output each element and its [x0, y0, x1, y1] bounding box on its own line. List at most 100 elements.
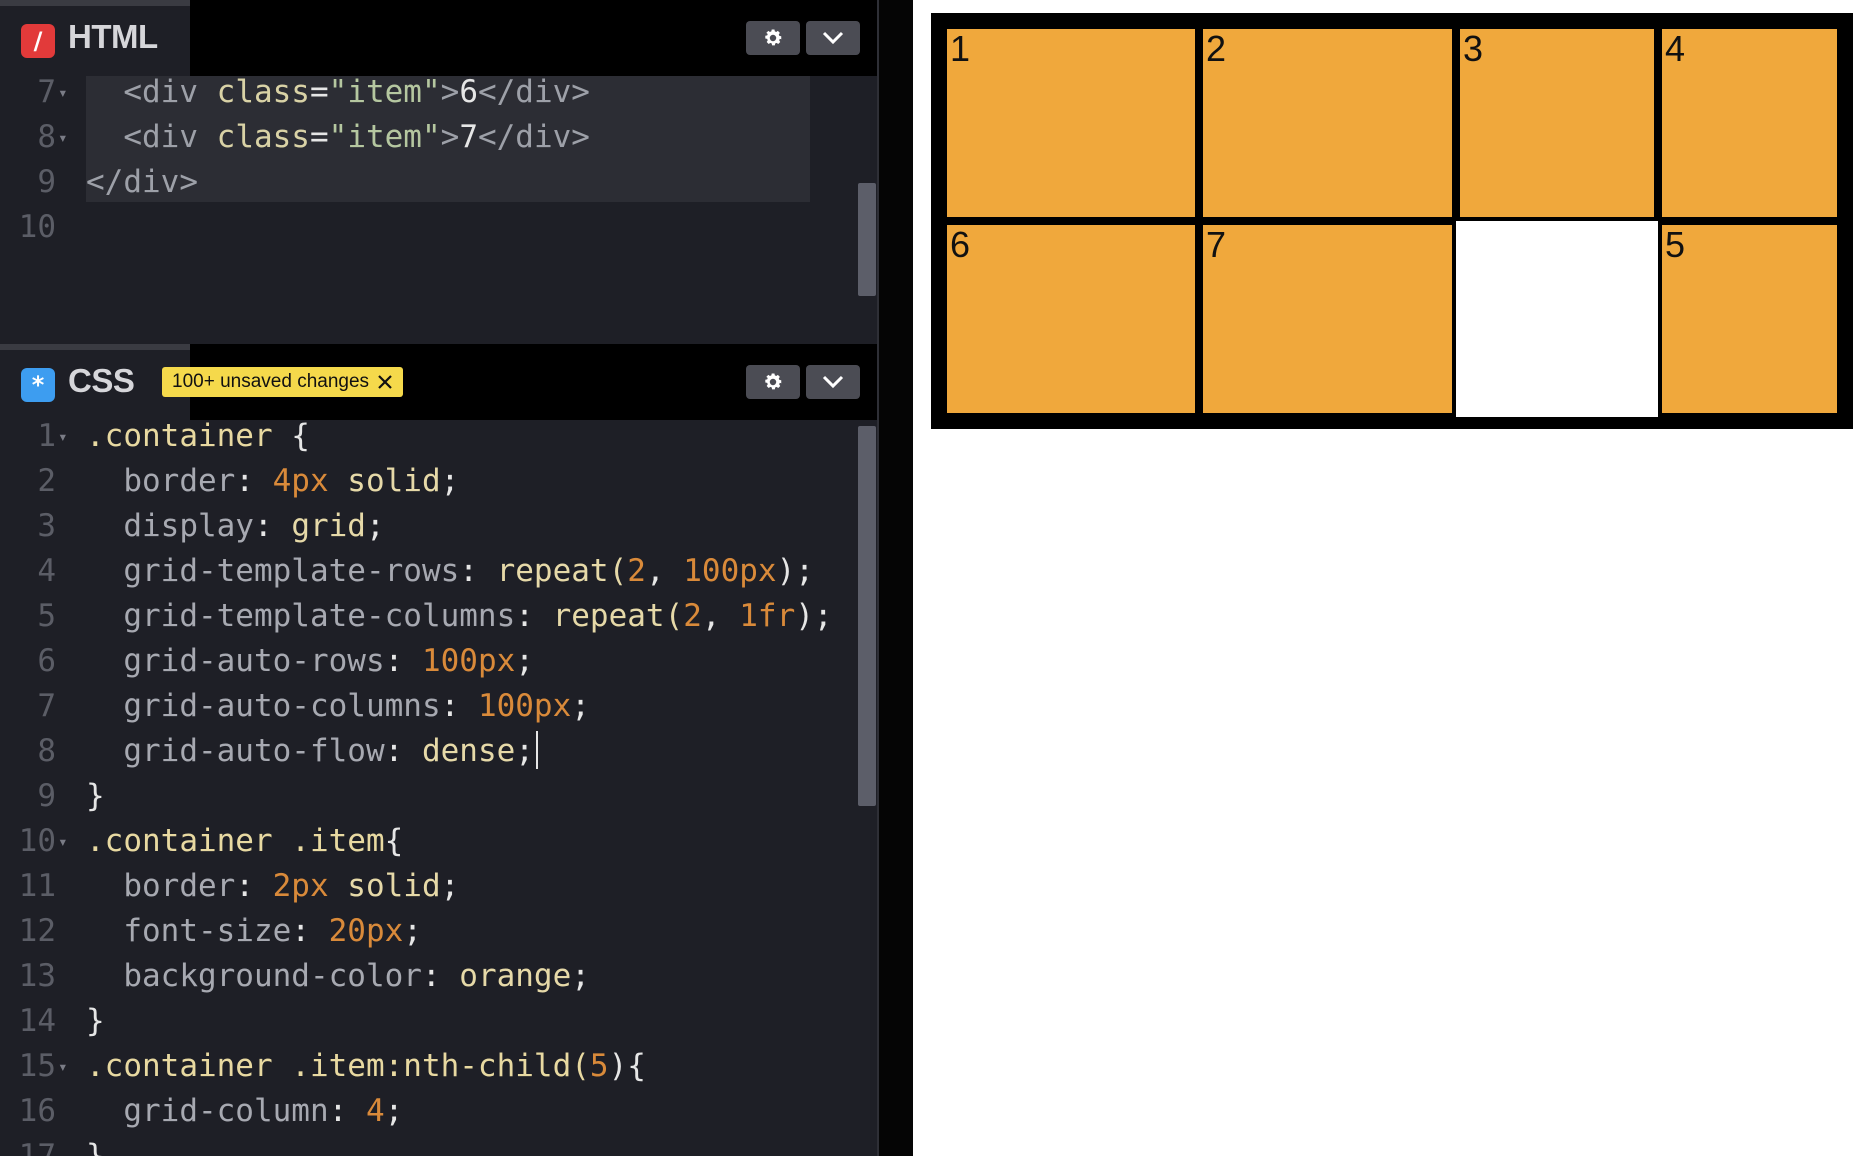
code-line[interactable]: 2 border: 4px solid; [0, 459, 860, 504]
code-text: grid-template-rows: repeat(2, 100px); [86, 549, 814, 594]
line-number: 8 [37, 733, 56, 769]
grid-item-5: 5 [1658, 221, 1841, 417]
line-number: 16 [18, 1093, 56, 1129]
css-scrollbar[interactable] [858, 426, 876, 806]
fold-arrow-icon[interactable]: ▾ [58, 1044, 78, 1089]
code-line[interactable]: 10 ▾ .container .item{ [0, 819, 860, 864]
chevron-down-icon [822, 31, 844, 45]
tab-html[interactable]: / HTML [0, 0, 190, 76]
code-token: grid-auto-flow [123, 733, 385, 769]
fold-arrow-icon[interactable]: ▾ [58, 115, 78, 160]
line-number: 3 [37, 508, 56, 544]
html-tab-label: HTML [68, 18, 158, 55]
code-line[interactable]: 3 display: grid; [0, 504, 860, 549]
html-scrollbar[interactable] [858, 183, 876, 296]
code-token: ; [365, 508, 385, 544]
fold-arrow-icon[interactable]: ▾ [58, 414, 78, 459]
code-token: 6 [459, 74, 478, 110]
code-line[interactable]: 14} [0, 999, 860, 1044]
code-token: dense [421, 733, 516, 769]
grid-item-label: 2 [1206, 28, 1227, 69]
line-number: 2 [37, 463, 56, 499]
code-token: class [216, 74, 310, 110]
code-line[interactable]: 12 font-size: 20px; [0, 909, 860, 954]
code-token: </div> [477, 119, 590, 155]
code-token: : [235, 463, 273, 499]
html-settings-button[interactable] [746, 21, 800, 55]
code-token: 7 [459, 119, 478, 155]
fold-arrow-icon[interactable]: ▾ [58, 819, 78, 864]
css-collapse-button[interactable] [806, 365, 860, 399]
code-line[interactable]: 15 ▾ .container .item:nth-child(5){ [0, 1044, 860, 1089]
grid-item-2: 2 [1199, 25, 1456, 221]
code-token: 2px [272, 868, 329, 904]
line-number: 10 [18, 209, 56, 245]
line-number: 11 [18, 868, 56, 904]
grid: 1 2 3 4 6 7 5 [943, 25, 1841, 417]
code-line[interactable]: 9 </div> [0, 160, 860, 205]
close-icon[interactable] [377, 374, 393, 390]
code-line[interactable]: 7 grid-auto-columns: 100px; [0, 684, 860, 729]
code-token: ; [571, 958, 590, 994]
code-line[interactable]: 8 ▾ <div class="item">7</div> [0, 115, 860, 160]
code-token: ; [440, 463, 460, 499]
unsaved-changes-badge[interactable]: 100+ unsaved changes [162, 367, 404, 397]
code-line[interactable]: 1 ▾ .container { [0, 414, 860, 459]
code-token: grid-template-rows [123, 553, 460, 589]
grid-item-label: 6 [950, 224, 971, 265]
line-number: 7 [37, 74, 56, 110]
code-token: 100px [421, 643, 516, 679]
html-code-area[interactable]: 7 ▾ <div class="item">6</div> 8 ▾ <div clas… [0, 70, 860, 250]
css-logo-icon: * [21, 368, 55, 402]
code-token: solid [328, 463, 441, 499]
fold-arrow-icon[interactable]: ▾ [58, 70, 78, 115]
code-token: grid-auto-rows [123, 643, 385, 679]
code-token: } [86, 1138, 105, 1156]
code-line[interactable]: 13 background-color: orange; [0, 954, 860, 999]
code-token: 1fr [739, 598, 796, 634]
code-token: > [440, 74, 460, 110]
code-text: grid-template-columns: repeat(2, 1fr); [86, 594, 833, 639]
line-number: 15 [18, 1048, 56, 1084]
grid-item-3: 3 [1456, 25, 1658, 221]
code-token: } [86, 778, 105, 814]
code-line[interactable]: 11 border: 2px solid; [0, 864, 860, 909]
code-line[interactable]: 6 grid-auto-rows: 100px; [0, 639, 860, 684]
html-collapse-button[interactable] [806, 21, 860, 55]
line-number: 9 [37, 164, 56, 200]
css-code-area[interactable]: 1 ▾ .container {2 border: 4px solid; 3 disp… [0, 414, 860, 1156]
code-token: class [216, 119, 310, 155]
code-token: grid-auto-columns [123, 688, 441, 724]
code-token: grid [291, 508, 366, 544]
code-line[interactable]: 4 grid-template-rows: repeat(2, 100px); [0, 549, 860, 594]
code-line[interactable]: 10 [0, 205, 860, 250]
css-settings-button[interactable] [746, 365, 800, 399]
pane-divider[interactable] [879, 0, 913, 1156]
code-line[interactable]: 9} [0, 774, 860, 819]
code-token: ) [795, 598, 814, 634]
code-token: 4 [365, 1093, 385, 1129]
css-tab-label: CSS [68, 362, 135, 399]
code-token: : [440, 688, 478, 724]
code-token: : [459, 553, 497, 589]
code-token: ){ [608, 1048, 646, 1084]
code-line[interactable]: 8 grid-auto-flow: dense; [0, 729, 860, 774]
code-line[interactable]: 16 grid-column: 4; [0, 1089, 860, 1134]
code-line[interactable]: 5 grid-template-columns: repeat(2, 1fr); [0, 594, 860, 639]
gear-icon [765, 29, 782, 46]
code-line[interactable]: 7 ▾ <div class="item">6</div> [0, 70, 860, 115]
code-token: <div [123, 74, 217, 110]
line-number: 1 [37, 418, 56, 454]
code-token: : [291, 913, 329, 949]
code-text: background-color: orange; [86, 954, 590, 999]
code-line[interactable]: 17} [0, 1134, 860, 1156]
text-cursor [535, 731, 538, 769]
line-number: 9 [37, 778, 56, 814]
html-editor-pane: 7 ▾ <div class="item">6</div> 8 ▾ <div clas… [0, 0, 879, 344]
code-token: ; [813, 598, 833, 634]
